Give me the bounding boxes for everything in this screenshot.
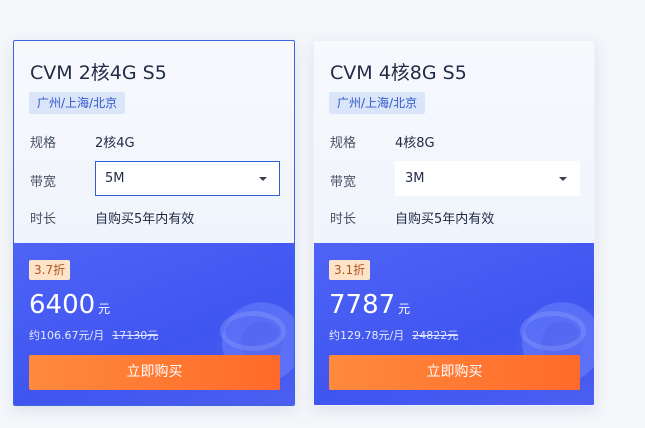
price: 6400 元 (29, 290, 110, 320)
bandwidth-value: 3M (405, 171, 425, 186)
product-card-2: CVM 4核8G S5 广州/上海/北京 规格 4核8G 带宽 3M 时长 自购… (313, 40, 595, 406)
price-detail: 约129.78元/月 24822元 (329, 327, 458, 343)
region-tag: 广州/上海/北京 (29, 92, 126, 114)
discount-badge: 3.7折 (29, 260, 71, 280)
spec-label: 规格 (330, 136, 357, 151)
spec-label: 规格 (30, 136, 57, 151)
product-title: CVM 4核8G S5 (330, 62, 467, 84)
buy-now-button[interactable]: 立即购买 (29, 355, 280, 390)
buy-now-button[interactable]: 立即购买 (329, 355, 580, 390)
price: 7787 元 (329, 290, 410, 320)
price-amount: 6400 (29, 290, 96, 320)
original-price: 17130元 (112, 329, 159, 342)
spec-value: 2核4G (95, 136, 135, 151)
bandwidth-select[interactable]: 3M (395, 161, 580, 196)
bandwidth-value: 5M (105, 171, 125, 186)
caret-down-icon (259, 177, 267, 181)
duration-label: 时长 (30, 212, 57, 227)
bandwidth-label: 带宽 (330, 175, 357, 190)
product-card-1: CVM 2核4G S5 广州/上海/北京 规格 2核4G 带宽 5M 时长 自购… (13, 40, 295, 406)
price-detail: 约106.67元/月 17130元 (29, 327, 158, 343)
original-price: 24822元 (412, 329, 459, 342)
price-amount: 7787 (329, 290, 396, 320)
monthly-price: 约106.67元/月 (29, 329, 105, 342)
duration-value: 自购买5年内有效 (95, 212, 195, 227)
price-unit: 元 (398, 302, 411, 316)
decorative-ring-icon (520, 311, 586, 351)
price-panel: 3.7折 6400 元 约106.67元/月 17130元 立即购买 (14, 243, 294, 405)
duration-label: 时长 (330, 212, 357, 227)
bandwidth-select[interactable]: 5M (95, 161, 280, 196)
price-unit: 元 (98, 302, 111, 316)
caret-down-icon (559, 177, 567, 181)
product-title: CVM 2核4G S5 (30, 62, 167, 84)
spec-value: 4核8G (395, 136, 435, 151)
price-panel: 3.1折 7787 元 约129.78元/月 24822元 立即购买 (314, 243, 594, 405)
bandwidth-label: 带宽 (30, 175, 57, 190)
monthly-price: 约129.78元/月 (329, 329, 405, 342)
discount-badge: 3.1折 (329, 260, 371, 280)
duration-value: 自购买5年内有效 (395, 212, 495, 227)
region-tag: 广州/上海/北京 (329, 92, 426, 114)
decorative-ring-icon (220, 311, 286, 351)
